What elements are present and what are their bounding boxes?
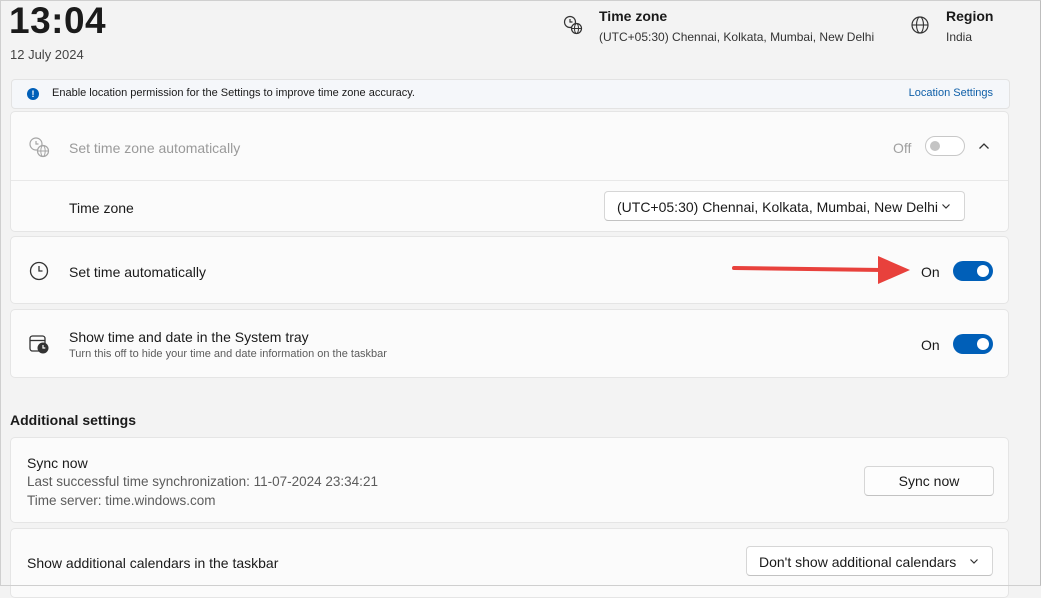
timezone-dropdown[interactable]: (UTC+05:30) Chennai, Kolkata, Mumbai, Ne… <box>604 191 965 221</box>
auto-timezone-card: Set time zone automatically Off Time zon… <box>10 111 1009 232</box>
calendars-dropdown-value: Don't show additional calendars <box>759 554 957 570</box>
system-tray-card: Show time and date in the System tray Tu… <box>10 309 1009 378</box>
calendar-clock-icon <box>28 333 50 355</box>
timezone-globe-icon <box>563 15 583 35</box>
region-value: India <box>946 30 973 44</box>
auto-timezone-label: Set time zone automatically <box>69 140 241 156</box>
system-tray-label: Show time and date in the System tray <box>69 329 309 345</box>
system-tray-toggle[interactable] <box>953 334 993 354</box>
sync-label: Sync now <box>27 455 88 471</box>
timezone-value: (UTC+05:30) Chennai, Kolkata, Mumbai, Ne… <box>599 30 875 44</box>
clock-time: 13:04 <box>9 0 107 41</box>
timezone-globe-icon <box>28 136 50 158</box>
auto-time-label: Set time automatically <box>69 264 206 280</box>
auto-time-state: On <box>921 264 940 280</box>
clock-icon <box>28 260 50 282</box>
region-title: Region <box>946 8 994 24</box>
location-info-bar: ! Enable location permission for the Set… <box>11 79 1010 109</box>
clock-date: 12 July 2024 <box>10 47 84 62</box>
timezone-dropdown-value: (UTC+05:30) Chennai, Kolkata, Mumbai, Ne… <box>617 199 938 215</box>
sync-now-button[interactable]: Sync now <box>864 466 994 496</box>
auto-timezone-toggle[interactable] <box>925 136 965 156</box>
auto-timezone-state: Off <box>893 140 912 156</box>
timezone-row-label: Time zone <box>69 200 134 216</box>
time-server-text: Time server: time.windows.com <box>27 493 216 508</box>
timezone-title: Time zone <box>599 8 668 24</box>
system-tray-description: Turn this off to hide your time and date… <box>69 348 387 360</box>
auto-time-toggle[interactable] <box>953 261 993 281</box>
last-sync-text: Last successful time synchronization: 11… <box>27 474 378 489</box>
info-message: Enable location permission for the Setti… <box>52 87 415 99</box>
chevron-down-icon <box>941 201 951 211</box>
calendars-dropdown[interactable]: Don't show additional calendars <box>746 546 993 576</box>
sync-card: Sync now Last successful time synchroniz… <box>10 437 1009 523</box>
location-settings-link[interactable]: Location Settings <box>909 87 993 99</box>
info-icon: ! <box>27 88 39 100</box>
globe-icon <box>910 15 930 35</box>
chevron-up-icon[interactable] <box>977 139 991 153</box>
red-arrow-icon <box>732 254 912 286</box>
additional-settings-title: Additional settings <box>10 412 136 428</box>
additional-calendars-card: Show additional calendars in the taskbar… <box>10 528 1009 598</box>
chevron-down-icon <box>969 556 979 566</box>
additional-calendars-label: Show additional calendars in the taskbar <box>27 555 279 571</box>
system-tray-state: On <box>921 337 940 353</box>
